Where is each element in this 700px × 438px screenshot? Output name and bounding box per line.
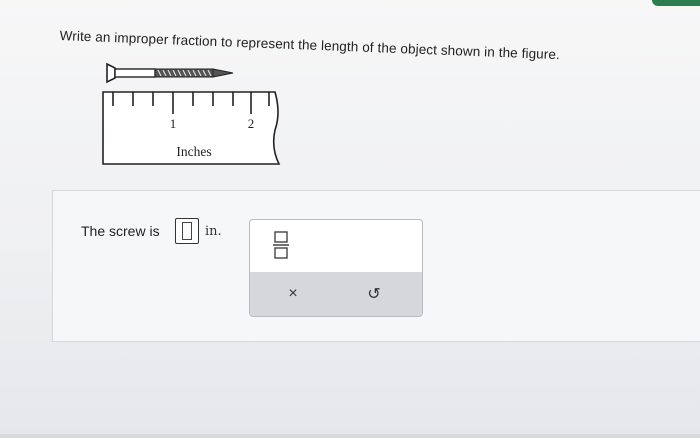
screw-icon: [106, 62, 234, 84]
page: Write an improper fraction to represent …: [0, 0, 700, 438]
answer-input-cursor: [182, 222, 192, 240]
ruler-label-1: 1: [170, 116, 177, 131]
bottom-strip: [0, 434, 700, 438]
screw-ruler-figure: 1 2 Inches: [95, 58, 295, 168]
math-input-palette: × ↺: [249, 219, 423, 317]
fraction-template-icon[interactable]: [272, 230, 290, 260]
answer-unit: in.: [205, 224, 222, 239]
ruler-graphic: 1 2 Inches: [102, 91, 281, 165]
header-accent-bar: [652, 0, 700, 6]
palette-actions-row: × ↺: [250, 272, 422, 316]
answer-input-box[interactable]: [175, 218, 199, 244]
undo-icon[interactable]: ↺: [361, 282, 387, 306]
clear-icon[interactable]: ×: [280, 282, 306, 306]
figure-svg: 1 2 Inches: [102, 62, 281, 165]
ruler-unit-label: Inches: [176, 144, 211, 159]
answer-panel: The screw is in. × ↺: [52, 190, 700, 342]
ruler-label-2: 2: [248, 116, 255, 131]
answer-prompt: The screw is: [81, 223, 160, 239]
